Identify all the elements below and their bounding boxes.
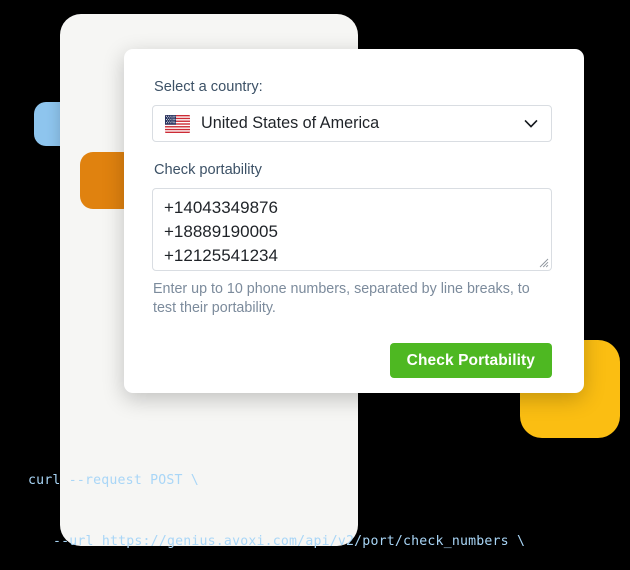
portability-field-label: Check portability — [154, 162, 262, 178]
screen-root: curl --request POST \ --url https://geni… — [0, 0, 630, 570]
dialog-actions: Check Portability — [152, 343, 552, 378]
check-portability-button[interactable]: Check Portability — [389, 343, 552, 378]
country-field-label: Select a country: — [154, 79, 263, 95]
chevron-down-icon — [524, 119, 538, 128]
us-flag-icon — [165, 114, 190, 133]
country-select[interactable]: United States of America — [152, 105, 552, 142]
phone-numbers-textarea[interactable]: +14043349876 +18889190005 +12125541234 — [152, 188, 552, 271]
check-portability-dialog: Select a country: United States of Ameri… — [124, 49, 584, 393]
helper-text: Enter up to 10 phone numbers, separated … — [153, 281, 530, 316]
phone-number-line: +14043349876 — [164, 198, 278, 217]
phone-number-line: +12125541234 — [164, 246, 278, 265]
phone-number-line: +18889190005 — [164, 222, 278, 241]
country-select-value: United States of America — [201, 114, 380, 132]
